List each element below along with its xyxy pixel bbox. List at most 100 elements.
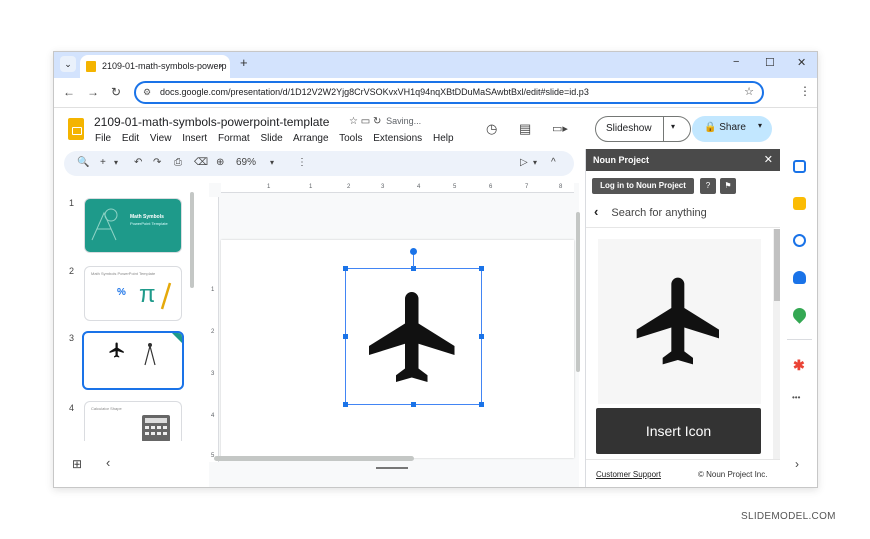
- url-text: docs.google.com/presentation/d/1D12V2W2Y…: [160, 87, 589, 97]
- menu-help[interactable]: Help: [433, 133, 454, 144]
- ruler-tick: 7: [525, 184, 529, 190]
- more-options-icon[interactable]: ⋮: [297, 157, 307, 168]
- contacts-icon[interactable]: [793, 271, 806, 284]
- bookmark-star-icon[interactable]: ☆: [744, 83, 754, 102]
- forward-button[interactable]: →: [87, 85, 99, 99]
- back-arrow-icon[interactable]: ‹: [594, 204, 598, 219]
- print-icon[interactable]: ⎙: [174, 157, 182, 168]
- menu-tools[interactable]: Tools: [339, 133, 362, 144]
- resize-handle[interactable]: [343, 266, 348, 271]
- resize-handle[interactable]: [479, 266, 484, 271]
- panel-close-icon[interactable]: ✕: [764, 149, 773, 171]
- slideshow-dropdown-icon[interactable]: ▾: [671, 122, 675, 131]
- zoom-dropdown-icon[interactable]: ▾: [270, 158, 274, 167]
- pencil-icon: [160, 282, 172, 310]
- share-button[interactable]: 🔒 Share ▾: [692, 116, 772, 142]
- resize-handle[interactable]: [343, 402, 348, 407]
- search-input[interactable]: Search for anything: [611, 207, 706, 219]
- zoom-level[interactable]: 69%: [236, 157, 256, 168]
- ruler-tick: 3: [211, 371, 215, 377]
- pi-glyph: π: [139, 281, 156, 308]
- back-button[interactable]: ←: [63, 85, 75, 99]
- grid-view-icon[interactable]: ⊞: [72, 457, 82, 471]
- redo-icon[interactable]: ↷: [153, 157, 161, 168]
- title-star-move-status-icons[interactable]: ☆ ▭ ↻: [349, 116, 381, 127]
- search-menus-icon[interactable]: 🔍: [77, 157, 89, 168]
- calendar-icon[interactable]: [793, 160, 806, 173]
- selected-image[interactable]: [345, 268, 482, 405]
- icon-preview[interactable]: [598, 239, 761, 404]
- version-history-icon[interactable]: ◷: [486, 121, 497, 137]
- search-row[interactable]: ‹ Search for anything: [594, 204, 707, 219]
- edit-toolbar: 🔍 + ▾ ↶ ↷ ⎙ ⌫ ⊕ 69% ▾ ⋮ ▷ ▾ ^: [64, 151, 574, 176]
- menu-format[interactable]: Format: [218, 133, 250, 144]
- tab-search-button[interactable]: ⌄: [60, 56, 76, 72]
- pointer-dropdown-icon[interactable]: ▾: [533, 158, 537, 167]
- corner-accent: [172, 333, 182, 343]
- filmstrip-scrollbar[interactable]: [190, 192, 194, 288]
- addon-icon[interactable]: ✱: [793, 357, 805, 374]
- share-dropdown-icon[interactable]: ▾: [758, 121, 762, 130]
- login-button[interactable]: Log in to Noun Project: [592, 178, 694, 194]
- menu-view[interactable]: View: [150, 133, 172, 144]
- slide-number: 2: [69, 266, 75, 276]
- meet-icon[interactable]: ▭▸: [552, 122, 568, 135]
- ruler-tick: 1: [267, 184, 271, 190]
- menu-extensions[interactable]: Extensions: [373, 133, 422, 144]
- slide-thumbnail-2[interactable]: Math Symbols PowerPoint Template % π: [84, 266, 182, 321]
- menu-insert[interactable]: Insert: [182, 133, 207, 144]
- collapse-toolbar-icon[interactable]: ^: [551, 157, 556, 168]
- reload-button[interactable]: ↻: [111, 85, 121, 99]
- resize-handle[interactable]: [411, 402, 416, 407]
- more-addons-icon[interactable]: •••: [792, 393, 800, 402]
- canvas-h-scrollbar[interactable]: [214, 456, 414, 461]
- slide-thumbnail-1[interactable]: Math Symbols PowerPoint Template: [84, 198, 182, 253]
- paint-format-icon[interactable]: ⌫: [194, 157, 208, 168]
- browser-toolbar: ← → ↻ ⚙ docs.google.com/presentation/d/1…: [54, 78, 817, 108]
- browser-tab[interactable]: 2109-01-math-symbols-powerp ×: [80, 55, 230, 78]
- menu-arrange[interactable]: Arrange: [293, 133, 329, 144]
- new-slide-icon[interactable]: +: [100, 157, 106, 168]
- resize-handle[interactable]: [343, 334, 348, 339]
- notes-resize-handle[interactable]: [376, 467, 408, 469]
- maximize-button[interactable]: ☐: [765, 56, 775, 69]
- thumb-caption: Calculator Shape: [91, 406, 122, 411]
- tab-close-icon[interactable]: ×: [219, 55, 224, 78]
- browser-menu-icon[interactable]: ⋮: [799, 84, 811, 98]
- close-window-button[interactable]: ✕: [797, 56, 806, 69]
- select-pointer-icon[interactable]: ▷: [520, 157, 528, 168]
- menu-edit[interactable]: Edit: [122, 133, 139, 144]
- rotate-handle[interactable]: [410, 248, 417, 255]
- slideshow-button[interactable]: Slideshow ▾: [595, 116, 691, 142]
- insert-icon-button[interactable]: Insert Icon: [596, 408, 761, 454]
- menu-file[interactable]: File: [95, 133, 111, 144]
- maps-icon[interactable]: [790, 305, 809, 324]
- canvas-v-scrollbar[interactable]: [576, 212, 580, 372]
- expand-rail-icon[interactable]: ›: [795, 457, 799, 471]
- comments-icon[interactable]: ▤: [519, 121, 531, 137]
- resize-handle[interactable]: [479, 334, 484, 339]
- customer-support-link[interactable]: Customer Support: [596, 470, 661, 479]
- slide-thumbnail-3[interactable]: [82, 331, 184, 390]
- new-tab-button[interactable]: +: [240, 55, 248, 70]
- title-actions: ☆ ▭ ↻ Saving...: [349, 116, 421, 127]
- new-slide-dropdown-icon[interactable]: ▾: [114, 158, 118, 167]
- zoom-icon[interactable]: ⊕: [216, 157, 224, 168]
- vertical-ruler: 1 2 3 4 5: [209, 197, 219, 462]
- collapse-filmstrip-icon[interactable]: ‹: [106, 455, 110, 470]
- minimize-button[interactable]: −: [733, 56, 739, 68]
- menu-slide[interactable]: Slide: [260, 133, 282, 144]
- undo-icon[interactable]: ↶: [134, 157, 142, 168]
- slide-thumbnail-4[interactable]: Calculator Shape: [84, 401, 182, 441]
- document-title[interactable]: 2109-01-math-symbols-powerpoint-template: [94, 115, 329, 129]
- slides-logo-icon[interactable]: [68, 118, 84, 140]
- address-bar[interactable]: ⚙ docs.google.com/presentation/d/1D12V2W…: [134, 81, 764, 104]
- resize-handle[interactable]: [479, 402, 484, 407]
- feedback-flag-icon[interactable]: ⚑: [720, 178, 736, 194]
- site-info-icon[interactable]: ⚙: [143, 83, 151, 102]
- airplane-thumb-icon: [109, 342, 124, 358]
- keep-icon[interactable]: [793, 197, 806, 210]
- help-icon[interactable]: ?: [700, 178, 716, 194]
- browser-window: ⌄ 2109-01-math-symbols-powerp × + − ☐ ✕ …: [53, 51, 818, 488]
- tasks-icon[interactable]: [793, 234, 806, 247]
